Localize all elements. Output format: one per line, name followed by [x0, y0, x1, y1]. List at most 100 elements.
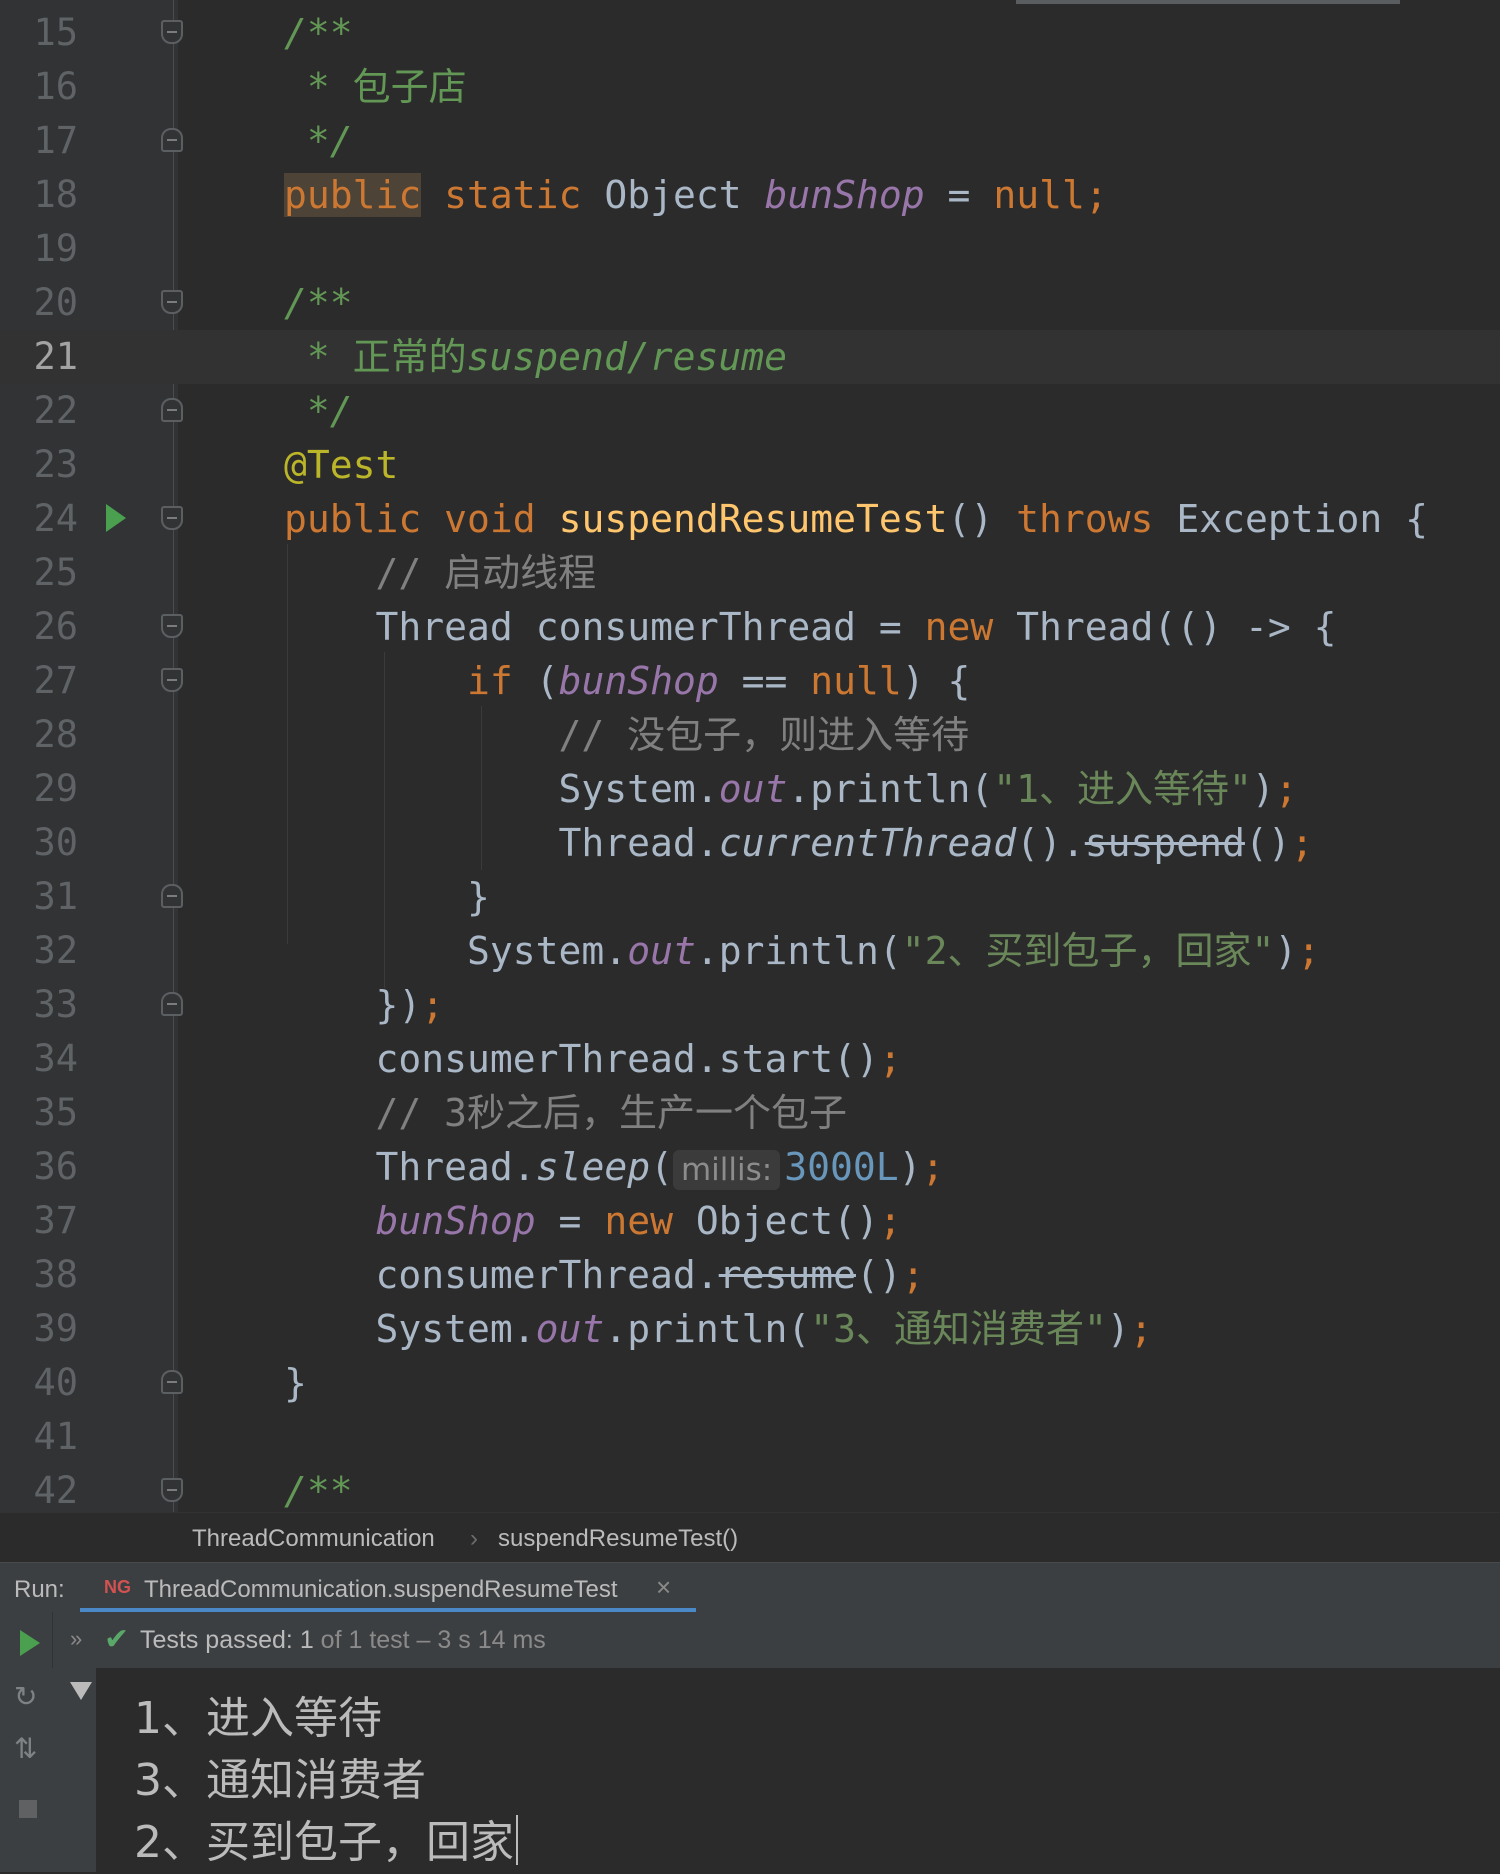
line-code: System.out.println("3、通知消费者");: [375, 1307, 1153, 1351]
code-line: 29 System.out.println("1、进入等待");: [0, 762, 1500, 816]
line-code: /**: [284, 11, 353, 55]
horizontal-scroll-thumb[interactable]: [1016, 0, 1400, 4]
fold-icon[interactable]: [161, 614, 183, 638]
run-gutter-icon[interactable]: [106, 504, 126, 532]
text-caret: [516, 1815, 518, 1865]
code-line: 33 });: [0, 978, 1500, 1032]
line-code: }: [467, 875, 490, 919]
fold-icon[interactable]: [161, 128, 183, 152]
fold-icon[interactable]: [161, 1370, 183, 1394]
line-code: @Test: [284, 443, 399, 487]
run-tool-window-header: Run: NG ThreadCommunication.suspendResum…: [0, 1562, 1500, 1614]
line-code: */: [306, 119, 353, 163]
code-line: 34 consumerThread.start();: [0, 1032, 1500, 1086]
line-number: 30: [33, 821, 78, 864]
line-number: 25: [33, 551, 78, 594]
code-line: 18 public static Object bunShop = null;: [0, 168, 1500, 222]
check-icon: ✔: [104, 1622, 130, 1657]
line-code: Thread consumerThread = new Thread(() ->…: [375, 605, 1337, 649]
code-line: 21 * 正常的suspend/resume: [0, 330, 1500, 384]
line-number: 19: [33, 227, 78, 270]
line-code: /**: [284, 281, 353, 325]
code-line: 27 if (bunShop == null) {: [0, 654, 1500, 708]
line-number: 41: [33, 1415, 78, 1458]
line-number: 38: [33, 1253, 78, 1296]
line-number: 42: [33, 1469, 78, 1512]
line-number: 33: [33, 983, 78, 1026]
code-line: 36 Thread.sleep(millis: 3000L);: [0, 1140, 1500, 1194]
line-number: 23: [33, 443, 78, 486]
code-line: 31 }: [0, 870, 1500, 924]
line-code: System.out.println("2、买到包子，回家");: [467, 929, 1321, 973]
line-code: bunShop = new Object();: [375, 1199, 902, 1243]
line-number: 35: [33, 1091, 78, 1134]
code-line: 38 consumerThread.resume();: [0, 1248, 1500, 1302]
stop-icon[interactable]: [19, 1800, 37, 1818]
line-code: }: [284, 1361, 307, 1405]
fold-icon[interactable]: [161, 506, 183, 530]
line-number: 15: [33, 11, 78, 54]
code-line: 28 // 没包子，则进入等待: [0, 708, 1500, 762]
line-code: // 没包子，则进入等待: [558, 713, 970, 757]
console-output[interactable]: 1、进入等待 3、通知消费者 2、买到包子，回家: [96, 1668, 1500, 1872]
line-number: 17: [33, 119, 78, 162]
close-icon[interactable]: ×: [656, 1572, 671, 1603]
breadcrumb: ThreadCommunication › suspendResumeTest(…: [0, 1512, 1500, 1563]
rerun-failed-icon[interactable]: ↻: [14, 1680, 37, 1713]
testng-icon: NG: [104, 1577, 131, 1597]
chevron-icon[interactable]: »: [70, 1626, 82, 1652]
line-number: 34: [33, 1037, 78, 1080]
line-number: 37: [33, 1199, 78, 1242]
line-number: 28: [33, 713, 78, 756]
line-code: // 3秒之后，生产一个包子: [375, 1091, 848, 1135]
line-code: * 正常的suspend/resume: [306, 335, 787, 379]
code-line: 20 /**: [0, 276, 1500, 330]
run-toolbar: ↻ ⇅: [0, 1612, 53, 1872]
collapse-triangle-icon[interactable]: [70, 1682, 92, 1700]
breadcrumb-separator-icon: ›: [470, 1525, 478, 1552]
code-line: 41: [0, 1410, 1500, 1464]
code-line: 22 */: [0, 384, 1500, 438]
code-line: 40 }: [0, 1356, 1500, 1410]
console-line: 3、通知消费者: [134, 1755, 426, 1806]
line-number: 24: [33, 497, 78, 540]
line-code: consumerThread.start();: [375, 1037, 902, 1081]
code-line: 30 Thread.currentThread().suspend();: [0, 816, 1500, 870]
run-tab-title: ThreadCommunication.suspendResumeTest: [144, 1576, 618, 1603]
line-number: 31: [33, 875, 78, 918]
play-icon[interactable]: [20, 1630, 40, 1656]
line-code: * 包子店: [306, 65, 467, 109]
code-line: 32 System.out.println("2、买到包子，回家");: [0, 924, 1500, 978]
toggle-icon[interactable]: ⇅: [14, 1732, 37, 1765]
breadcrumb-method[interactable]: suspendResumeTest(): [498, 1525, 738, 1553]
test-status-text: Tests passed: 1 of 1 test – 3 s 14 ms: [140, 1626, 546, 1654]
line-number: 40: [33, 1361, 78, 1404]
line-code: */: [306, 389, 353, 433]
line-code: System.out.println("1、进入等待");: [558, 767, 1298, 811]
line-number: 22: [33, 389, 78, 432]
line-number: 39: [33, 1307, 78, 1350]
fold-icon[interactable]: [161, 290, 183, 314]
code-line: 17 */: [0, 114, 1500, 168]
console-line: 1、进入等待: [134, 1693, 382, 1744]
breadcrumb-class[interactable]: ThreadCommunication: [192, 1525, 435, 1553]
line-code: Thread.currentThread().suspend();: [558, 821, 1314, 865]
fold-icon[interactable]: [161, 398, 183, 422]
line-code: public void suspendResumeTest() throws E…: [284, 497, 1429, 541]
code-editor[interactable]: 15 /** 16 * 包子店 17 */ 18 public static O…: [0, 0, 1500, 1512]
code-line: 26 Thread consumerThread = new Thread(()…: [0, 600, 1500, 654]
line-number: 16: [33, 65, 78, 108]
fold-icon[interactable]: [161, 1478, 183, 1502]
line-number: 27: [33, 659, 78, 702]
line-number: 18: [33, 173, 78, 216]
code-line: 19: [0, 222, 1500, 276]
code-line: 37 bunShop = new Object();: [0, 1194, 1500, 1248]
fold-icon[interactable]: [161, 992, 183, 1016]
code-line: 42 /**: [0, 1464, 1500, 1512]
fold-icon[interactable]: [161, 20, 183, 44]
run-tab[interactable]: NG ThreadCommunication.suspendResumeTest…: [80, 1563, 696, 1613]
fold-icon[interactable]: [161, 884, 183, 908]
code-line: 23 @Test: [0, 438, 1500, 492]
fold-icon[interactable]: [161, 668, 183, 692]
line-code: Thread.sleep(millis: 3000L);: [375, 1145, 945, 1190]
